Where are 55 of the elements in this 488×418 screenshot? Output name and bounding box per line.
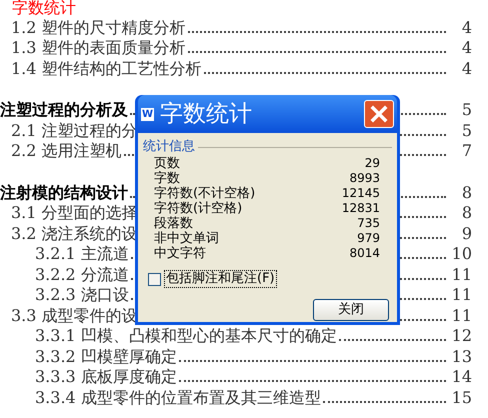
page-number: 8: [460, 203, 472, 223]
toc-entry-title: 1.3 塑件的表面质量分析: [11, 38, 186, 58]
toc-entry-title: 3.3.2 凹模壁厚确定: [35, 346, 177, 366]
page-number: 11: [450, 285, 472, 305]
page-number: 4: [460, 38, 472, 58]
toc-entry-title: 1.4 塑件结构的工艺性分析: [11, 58, 202, 78]
stat-value: 12831: [342, 201, 380, 216]
stat-value: 735: [357, 216, 380, 231]
stat-label: 段落数: [154, 216, 193, 231]
stat-label: 字数: [154, 171, 180, 186]
toc-entry-title: 1.2 塑件的尺寸精度分析: [11, 18, 186, 38]
group-label: 统计信息: [143, 138, 195, 156]
page-number: 12: [450, 326, 472, 346]
toc-entry-title: 3.3 成型零件的设: [11, 306, 138, 326]
toc-entry-title: 3.3.1 凹模、凸模和型心的基本尺寸的确定: [35, 326, 337, 346]
page-number: 8: [460, 182, 472, 202]
stat-label: 非中文单词: [154, 231, 219, 246]
toc-entry-title: 3.2.2 分流道: [35, 264, 129, 284]
page-number: 11: [450, 306, 472, 326]
close-icon: [370, 105, 388, 123]
toc-entry-title: 注塑过程的分析及: [0, 100, 128, 120]
toc-entry-title: 3.2.3 浇口设: [35, 285, 129, 305]
checkbox-label: 包括脚注和尾注(F): [164, 270, 277, 288]
page-number: 9: [460, 224, 472, 244]
page-number: 15: [450, 388, 472, 408]
stat-value: 979: [357, 231, 380, 246]
app-icon: W: [141, 108, 154, 120]
stat-value: 8993: [349, 171, 380, 186]
page-number: 10: [450, 244, 472, 264]
stat-value: 12145: [342, 186, 380, 201]
toc-entry-title: 注射模的结构设计: [0, 182, 128, 202]
page-number: 7: [460, 141, 472, 161]
page-number: 4: [460, 58, 472, 78]
stat-value: 8014: [349, 246, 380, 261]
close-button[interactable]: [364, 100, 394, 128]
stat-label: 中文字符: [154, 246, 206, 261]
toc-entry-title: 3.3.3 底板厚度确定: [35, 367, 177, 387]
toc-entry-title: 2.1 注塑过程的分: [11, 120, 138, 140]
toc-entry-title: 3.2.1 主流道: [35, 244, 129, 264]
window-title: 字数统计: [160, 100, 253, 128]
toc-entry-title: 3.3.4 成型零件的位置布置及其三维造型: [35, 388, 321, 408]
toc-entry-title: 3.2 浇注系统的设: [11, 224, 138, 244]
checkbox[interactable]: [148, 272, 161, 286]
stat-value: 29: [364, 156, 380, 171]
stat-label: 字符数(不计空格): [154, 186, 256, 201]
page-number: 5: [460, 100, 472, 120]
page-number: 11: [450, 264, 472, 284]
page-number: 13: [450, 346, 472, 366]
stat-label: 字符数(计空格): [154, 201, 242, 216]
toc-entry-title: 2.2 选用注塑机: [11, 141, 122, 161]
page-number: 5: [460, 120, 472, 140]
page-number: 14: [450, 367, 472, 387]
page-number: 4: [460, 18, 472, 38]
close-dialog-button[interactable]: 关闭: [313, 299, 389, 321]
stat-label: 页数: [154, 156, 180, 171]
